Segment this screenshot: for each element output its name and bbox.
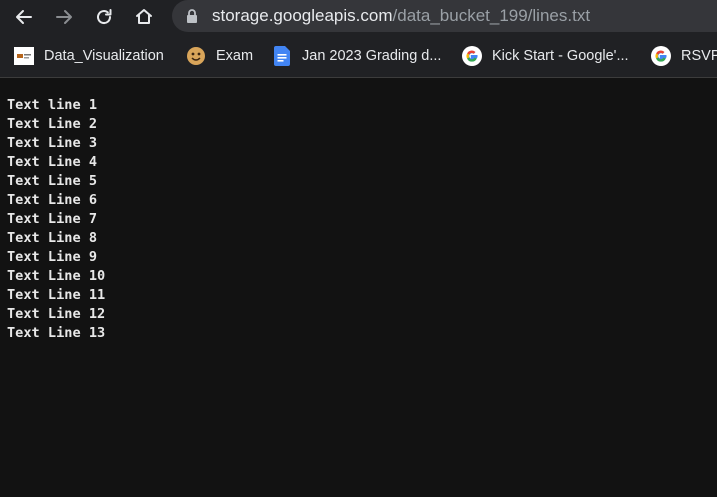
bookmark-label: Jan 2023 Grading d... — [302, 48, 442, 64]
toolbar-divider — [0, 77, 717, 78]
text-line: Text Line 7 — [7, 211, 98, 227]
lock-icon[interactable] — [186, 9, 198, 23]
bookmark-label: Kick Start - Google'... — [492, 48, 629, 64]
text-line: Text Line 9 — [7, 249, 98, 265]
url-path: /data_bucket_199/lines.txt — [392, 6, 591, 25]
text-line: Text Line 10 — [7, 268, 106, 284]
text-line: Text Line 6 — [7, 192, 98, 208]
address-bar[interactable]: storage.googleapis.com/data_bucket_199/l… — [172, 0, 717, 32]
site-thumbnail-icon — [14, 46, 34, 66]
url-text: storage.googleapis.com/data_bucket_199/l… — [212, 6, 590, 26]
text-line: Text Line 11 — [7, 287, 106, 303]
bookmark-kick-start[interactable]: Kick Start - Google'... — [462, 39, 629, 73]
home-button[interactable] — [130, 3, 158, 31]
back-button[interactable] — [10, 3, 38, 31]
text-line: Text Line 13 — [7, 325, 106, 341]
text-line: Text Line 12 — [7, 306, 106, 322]
arrow-left-icon — [16, 10, 32, 24]
forward-button[interactable] — [50, 3, 78, 31]
bookmark-label: Exam — [216, 48, 254, 64]
text-line: Text Line 5 — [7, 173, 98, 189]
text-document: Text line 1 Text Line 2 Text Line 3 Text… — [7, 96, 105, 343]
home-icon — [136, 9, 152, 24]
bookmark-rsvp[interactable]: RSVP — [651, 39, 717, 73]
text-line: Text Line 4 — [7, 154, 98, 170]
text-line: Text Line 8 — [7, 230, 98, 246]
bookmark-exam[interactable]: Exam — [186, 39, 253, 73]
google-docs-icon — [272, 46, 292, 66]
google-g-icon — [651, 46, 671, 66]
text-line: Text Line 2 — [7, 116, 98, 132]
browser-chrome: storage.googleapis.com/data_bucket_199/l… — [0, 0, 717, 78]
bookmarks-bar: Data_Visualization Exam Jan 2023 Grading… — [0, 39, 717, 73]
bookmark-label: Data_Visualization — [44, 48, 164, 64]
arrow-right-icon — [56, 10, 72, 24]
url-host: storage.googleapis.com — [212, 6, 393, 25]
google-g-icon — [462, 46, 482, 66]
reload-icon — [97, 9, 112, 25]
text-line: Text Line 3 — [7, 135, 98, 151]
bookmark-data-visualization[interactable]: Data_Visualization — [14, 39, 164, 73]
bookmark-label: RSVP — [681, 48, 717, 64]
reload-button[interactable] — [90, 3, 118, 31]
cookie-face-icon — [186, 46, 206, 66]
browser-toolbar: storage.googleapis.com/data_bucket_199/l… — [0, 0, 717, 34]
bookmark-jan-2023-grading[interactable]: Jan 2023 Grading d... — [272, 39, 441, 73]
text-line: Text line 1 — [7, 97, 98, 113]
